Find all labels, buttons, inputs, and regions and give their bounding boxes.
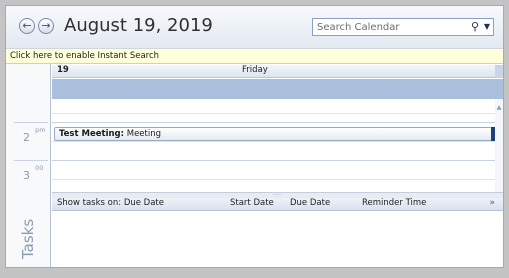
hour-line: [52, 160, 495, 161]
back-arrow-icon[interactable]: ←: [19, 18, 35, 34]
search-icon[interactable]: ⚲: [471, 20, 479, 33]
instant-search-bar[interactable]: Click here to enable Instant Search: [6, 48, 503, 64]
day-name: Friday: [242, 65, 268, 75]
calendar-header: ← → August 19, 2019 ⚲ ▼: [6, 6, 503, 48]
task-column-due-date[interactable]: Due Date: [290, 198, 330, 208]
dropdown-arrow-icon[interactable]: ▼: [484, 22, 490, 31]
search-input[interactable]: [313, 19, 462, 35]
gutter-hour-line: [14, 122, 48, 123]
tasks-label: Tasks: [19, 218, 37, 259]
search-box[interactable]: ⚲ ▼: [312, 18, 494, 36]
header-scroll-cap: [495, 65, 503, 78]
day-header[interactable]: 19 Friday: [52, 65, 495, 78]
day-number: 19: [57, 65, 69, 75]
hour-line: [52, 122, 495, 123]
appointment-location: Meeting: [126, 129, 162, 139]
day-grid[interactable]: [52, 99, 495, 192]
vertical-scrollbar[interactable]: [495, 99, 503, 192]
double-chevron-down-icon[interactable]: »: [489, 198, 495, 208]
task-column-start-date[interactable]: Start Date: [230, 198, 274, 208]
date-title: August 19, 2019: [64, 15, 213, 36]
all-day-area[interactable]: [52, 79, 503, 99]
calendar-window: ← → August 19, 2019 ⚲ ▼ Click here to en…: [5, 5, 504, 268]
task-column-show-tasks[interactable]: Show tasks on: Due Date: [57, 198, 164, 208]
time-label-3: 3 00: [23, 164, 44, 182]
task-column-reminder-time[interactable]: Reminder Time: [362, 198, 426, 208]
appointment-title: Test Meeting:: [59, 129, 125, 139]
half-hour-line: [52, 141, 495, 142]
half-hour-line: [52, 113, 495, 114]
forward-arrow-icon[interactable]: →: [38, 18, 54, 34]
scroll-up-icon[interactable]: ▲: [495, 104, 503, 111]
half-hour-line: [52, 179, 495, 180]
time-label-2pm: 2 pm: [23, 126, 46, 144]
tasks-header: Show tasks on: Due Date Start Date Due D…: [52, 198, 503, 211]
appointment-test-meeting[interactable]: Test Meeting: Meeting: [54, 127, 492, 141]
gutter-hour-line: [14, 160, 48, 161]
